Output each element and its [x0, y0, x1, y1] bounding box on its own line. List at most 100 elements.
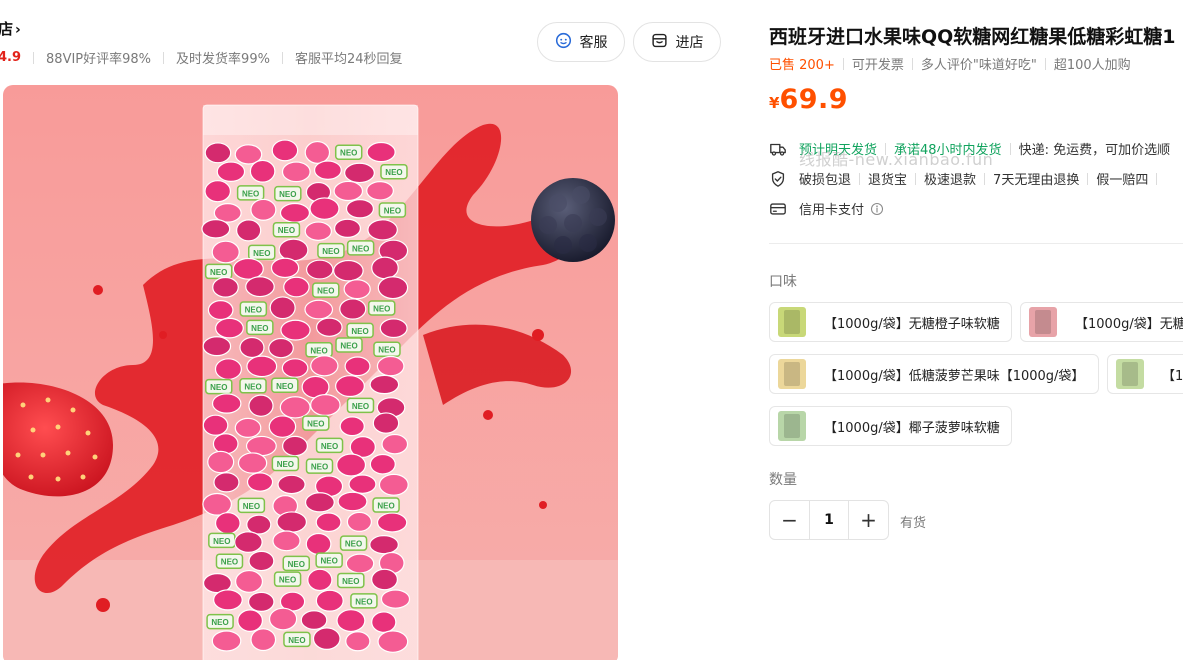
candy-piece — [335, 375, 365, 398]
stock-status: 有货 — [900, 516, 927, 531]
store-name-text: 店 — [0, 20, 14, 38]
candy-piece — [315, 317, 343, 337]
customer-service-button[interactable]: 客服 — [537, 22, 625, 62]
candy-piece — [344, 356, 371, 377]
quantity-increase-button[interactable]: + — [849, 501, 888, 539]
guarantee-row[interactable]: 破损包退 退货宝 极速退款 7天无理由退换 假一赔四 — [769, 169, 1165, 188]
candy-brand-label: NEO — [378, 346, 395, 355]
shipping-promise: 预计明天发货 — [799, 143, 878, 158]
candy-piece — [315, 512, 342, 533]
flavor-option[interactable]: 【1000g/袋】无糖 — [1020, 302, 1183, 342]
flavor-option[interactable]: 【1000g/袋】无糖橙子味软糖 — [769, 302, 1012, 342]
flavor-thumbnail — [778, 307, 806, 337]
candy-piece — [345, 199, 375, 219]
candy-piece — [348, 474, 377, 494]
candy-brand-label: NEO — [277, 460, 294, 469]
candy-brand-label: NEO — [288, 636, 305, 645]
candy-piece — [310, 355, 339, 377]
candy-piece — [312, 627, 341, 651]
divider — [1156, 172, 1158, 185]
flavor-option[interactable]: 【1000g/袋】椰子菠萝味软糖 — [769, 406, 1012, 446]
candy-brand-label: NEO — [355, 597, 372, 606]
divider — [915, 172, 917, 185]
candy-piece — [336, 453, 367, 477]
candy-piece — [307, 568, 333, 592]
candy-piece — [304, 221, 332, 241]
enter-store-button[interactable]: 进店 — [633, 22, 721, 62]
candy-piece — [211, 393, 242, 414]
divider — [281, 51, 283, 64]
shield-hand-icon — [769, 170, 787, 188]
candy-piece — [309, 197, 340, 220]
candy-piece — [346, 511, 372, 532]
candy-piece — [371, 256, 399, 280]
divider — [1087, 172, 1089, 185]
candy-piece — [337, 491, 368, 512]
section-divider — [769, 243, 1183, 244]
candy-piece — [381, 433, 409, 455]
candy-piece — [213, 589, 243, 611]
flavor-label: 口味 — [769, 274, 797, 290]
candy-piece — [215, 317, 244, 339]
candy-piece — [207, 450, 235, 474]
guarantee-fast-refund: 极速退款 — [924, 173, 977, 188]
flavor-option-label: 【1000g/袋】低糖菠萝芒果味【1000g/袋】 — [824, 368, 1085, 384]
candy-piece — [270, 257, 300, 279]
candy-brand-label: NEO — [213, 537, 230, 546]
candy-piece — [372, 412, 400, 434]
store-stat-vip: 88VIP好评率98% — [46, 52, 152, 67]
candy-piece — [268, 337, 294, 359]
flavor-thumbnail — [1116, 359, 1144, 389]
candy-brand-label: NEO — [242, 189, 259, 198]
meta-reviews[interactable]: 多人评价"味道好吃" — [921, 54, 1037, 73]
candy-piece — [304, 492, 335, 513]
customer-service-icon — [555, 32, 572, 53]
store-name[interactable]: 店 › — [0, 18, 21, 39]
product-main-image[interactable]: NEO NEO NEO NEO NEO NEO NEO NEO NEO NEO NEO NEO NEO N… — [3, 85, 618, 660]
candy-piece — [204, 142, 232, 164]
candy-piece — [211, 630, 242, 652]
flavor-option[interactable]: 【10 — [1107, 354, 1183, 394]
flavor-thumbnail — [778, 411, 806, 441]
enter-store-label: 进店 — [675, 35, 704, 51]
candy-piece — [235, 569, 264, 593]
info-icon[interactable] — [870, 202, 884, 216]
store-rating: 4.9 — [0, 50, 22, 65]
candy-brand-label: NEO — [311, 463, 328, 472]
candy-piece — [377, 630, 409, 653]
shipping-fee: 快递: 免运费，可加价选顺 — [1018, 143, 1171, 158]
candy-piece — [371, 568, 399, 591]
candy-piece — [376, 512, 408, 533]
candy-piece — [202, 414, 229, 436]
quantity-decrease-button[interactable]: − — [770, 501, 809, 539]
candy-piece — [202, 336, 232, 357]
flavor-option-label: 【1000g/袋】椰子菠萝味软糖 — [824, 420, 1000, 436]
flavor-option[interactable]: 【1000g/袋】低糖菠萝芒果味【1000g/袋】 — [769, 354, 1099, 394]
payment-credit-card: 信用卡支付 — [799, 203, 865, 218]
shipping-row: 预计明天发货 承诺48小时内发货 快递: 免运费，可加价选顺 — [769, 139, 1170, 158]
quantity-input[interactable]: 1 — [809, 501, 849, 539]
candy-piece — [333, 259, 364, 282]
flavor-option-label: 【10 — [1162, 368, 1183, 384]
candy-piece — [245, 276, 275, 298]
candy-piece — [247, 591, 275, 612]
candy-brand-label: NEO — [317, 287, 334, 296]
candy-piece — [282, 435, 308, 457]
divider — [859, 172, 861, 185]
candy-piece — [281, 358, 309, 378]
meta-invoice: 可开发票 — [851, 58, 904, 73]
candy-piece — [369, 534, 399, 555]
credit-card-icon — [769, 200, 787, 218]
store-stat-reply: 客服平均24秒回复 — [294, 52, 403, 67]
candy-piece — [343, 279, 371, 300]
store-stats: 4.9 88VIP好评率98% 及时发货率99% 客服平均24秒回复 — [0, 48, 403, 67]
candy-piece — [279, 396, 311, 419]
candy-piece — [345, 553, 375, 574]
shipping-guarantee: 承诺48小时内发货 — [894, 143, 1002, 158]
candy-brand-label: NEO — [288, 560, 305, 569]
candy-piece — [212, 433, 239, 455]
candy-brand-label: NEO — [385, 168, 402, 177]
candy-piece — [305, 532, 332, 556]
store-icon — [651, 32, 668, 53]
candy-brand-label: NEO — [245, 305, 262, 314]
